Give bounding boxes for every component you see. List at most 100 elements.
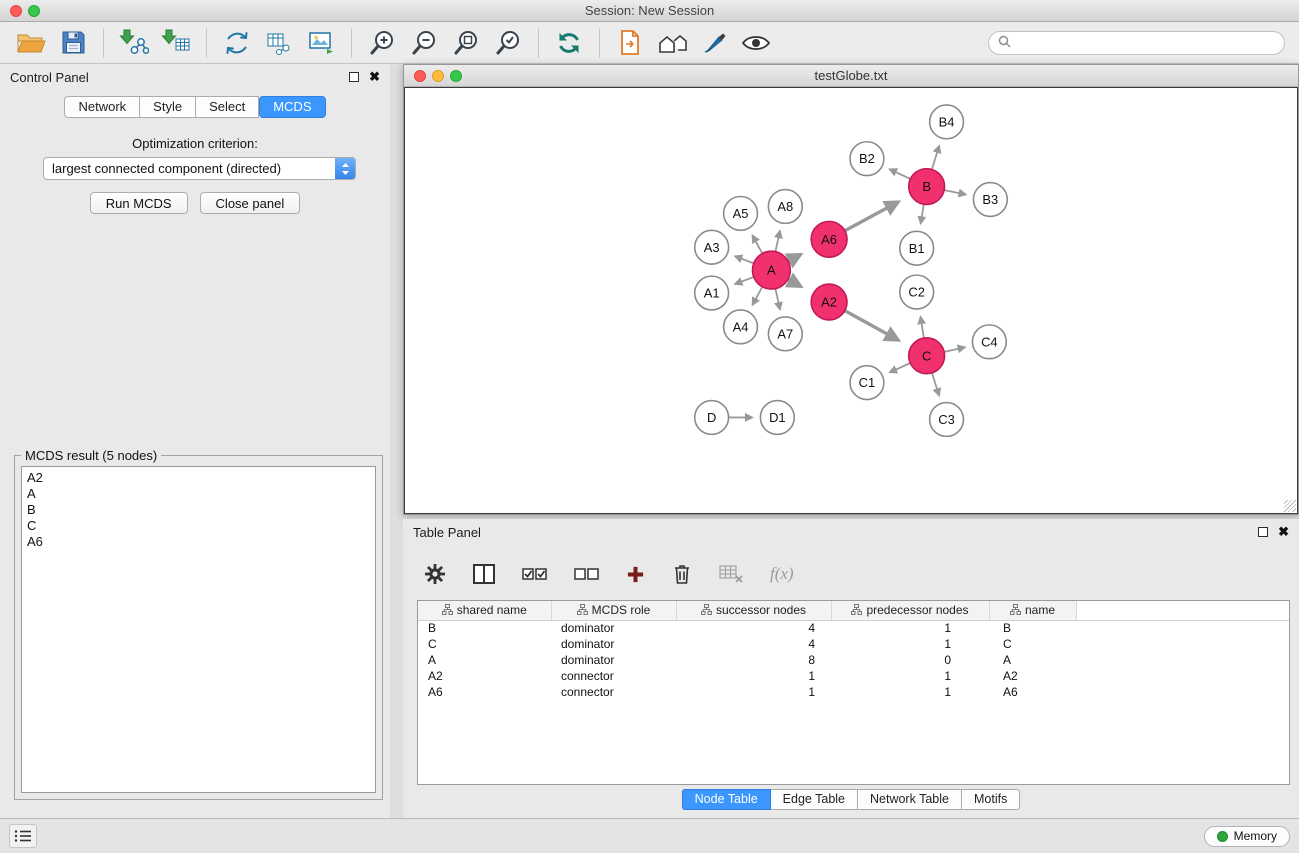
function-icon[interactable]: f(x): [770, 564, 794, 584]
float-table-panel-icon[interactable]: [1258, 527, 1268, 537]
import-table-icon[interactable]: [157, 25, 195, 61]
edge-C-C3[interactable]: [932, 373, 939, 396]
import-network-table-icon[interactable]: [260, 25, 298, 61]
column-header-name[interactable]: name: [989, 601, 1076, 620]
network-node-C[interactable]: C: [909, 338, 945, 374]
result-item-a6[interactable]: A6: [27, 534, 370, 550]
mcds-result-list[interactable]: A2ABCA6: [21, 466, 376, 793]
edge-B-B3[interactable]: [944, 190, 966, 194]
column-header-shared-name[interactable]: shared name: [418, 601, 551, 620]
edge-B-B1[interactable]: [921, 204, 924, 223]
network-node-C4[interactable]: C4: [972, 325, 1006, 359]
close-panel-button[interactable]: Close panel: [200, 192, 301, 214]
edge-A-A3[interactable]: [735, 256, 754, 263]
table-row-c[interactable]: Cdominator41C: [418, 636, 1289, 652]
tab-network[interactable]: Network: [64, 96, 140, 118]
edge-A-A4[interactable]: [752, 287, 762, 305]
float-panel-icon[interactable]: [349, 72, 359, 82]
close-table-panel-icon[interactable]: ✖: [1278, 527, 1289, 537]
result-item-a2[interactable]: A2: [27, 470, 370, 486]
column-header-MCDS-role[interactable]: MCDS role: [551, 601, 676, 620]
search-input[interactable]: [1017, 36, 1275, 50]
result-item-c[interactable]: C: [27, 518, 370, 534]
search-field[interactable]: [988, 31, 1285, 55]
maximize-network-button[interactable]: [450, 70, 462, 82]
network-node-D[interactable]: D: [695, 401, 729, 435]
edge-C-C2[interactable]: [921, 317, 924, 338]
network-node-A8[interactable]: A8: [768, 190, 802, 224]
edge-B-B2[interactable]: [889, 169, 910, 179]
column-header-successor-nodes[interactable]: successor nodes: [676, 601, 831, 620]
maximize-window-button[interactable]: [28, 5, 40, 17]
column-header-predecessor-nodes[interactable]: predecessor nodes: [831, 601, 989, 620]
edge-C-C4[interactable]: [944, 347, 965, 352]
houses-icon[interactable]: [653, 25, 691, 61]
eye-icon[interactable]: [737, 25, 775, 61]
refresh-icon[interactable]: [550, 25, 588, 61]
paint-brush-icon[interactable]: [695, 25, 733, 61]
network-node-B3[interactable]: B3: [973, 183, 1007, 217]
edge-A2-C[interactable]: [845, 311, 899, 341]
table-row-a6[interactable]: A6connector11A6: [418, 684, 1289, 700]
tab-edge-table[interactable]: Edge Table: [771, 789, 858, 810]
result-item-b[interactable]: B: [27, 502, 370, 518]
tab-network-table[interactable]: Network Table: [858, 789, 962, 810]
node-table[interactable]: shared nameMCDS rolesuccessor nodesprede…: [417, 600, 1290, 785]
close-panel-icon[interactable]: ✖: [369, 72, 380, 82]
run-mcds-button[interactable]: Run MCDS: [90, 192, 188, 214]
layout-document-icon[interactable]: [611, 25, 649, 61]
close-window-button[interactable]: [10, 5, 22, 17]
export-image-icon[interactable]: [302, 25, 340, 61]
network-node-A3[interactable]: A3: [695, 230, 729, 264]
gear-icon[interactable]: [424, 563, 446, 585]
column-visibility-icon[interactable]: [473, 564, 495, 584]
resize-gripper[interactable]: [1284, 500, 1296, 512]
network-node-A2[interactable]: A2: [811, 284, 847, 320]
edge-A6-B[interactable]: [845, 202, 899, 231]
edge-A-A7[interactable]: [775, 289, 780, 310]
tab-node-table[interactable]: Node Table: [682, 789, 771, 810]
network-node-A1[interactable]: A1: [695, 276, 729, 310]
trash-icon[interactable]: [672, 563, 692, 585]
tab-style[interactable]: Style: [140, 96, 196, 118]
edge-B-B4[interactable]: [932, 146, 939, 170]
edge-A-A8[interactable]: [775, 231, 780, 252]
network-node-C1[interactable]: C1: [850, 366, 884, 400]
clear-table-icon[interactable]: [719, 565, 743, 583]
network-node-B2[interactable]: B2: [850, 142, 884, 176]
network-node-A6[interactable]: A6: [811, 221, 847, 257]
save-session-icon[interactable]: [54, 25, 92, 61]
result-item-a[interactable]: A: [27, 486, 370, 502]
add-column-icon[interactable]: [626, 565, 645, 584]
network-node-A7[interactable]: A7: [768, 317, 802, 351]
zoom-selected-icon[interactable]: [489, 25, 527, 61]
network-node-A[interactable]: A: [752, 251, 790, 289]
task-list-icon[interactable]: [9, 824, 37, 848]
network-window-titlebar[interactable]: testGlobe.txt: [404, 65, 1298, 87]
zoom-fit-icon[interactable]: [447, 25, 485, 61]
network-node-A5[interactable]: A5: [724, 196, 758, 230]
network-node-D1[interactable]: D1: [760, 401, 794, 435]
network-node-C2[interactable]: C2: [900, 275, 934, 309]
network-node-B[interactable]: B: [909, 169, 945, 205]
tab-select[interactable]: Select: [196, 96, 259, 118]
table-row-b[interactable]: Bdominator41B: [418, 620, 1289, 636]
table-row-a2[interactable]: A2connector11A2: [418, 668, 1289, 684]
close-network-button[interactable]: [414, 70, 426, 82]
network-node-B1[interactable]: B1: [900, 231, 934, 265]
deselect-all-icon[interactable]: [574, 566, 599, 582]
memory-button[interactable]: Memory: [1204, 826, 1290, 847]
zoom-in-icon[interactable]: [363, 25, 401, 61]
window-titlebar[interactable]: Session: New Session: [0, 0, 1299, 22]
edge-A-A6[interactable]: [788, 254, 801, 261]
table-row-a[interactable]: Adominator80A: [418, 652, 1289, 668]
tab-mcds[interactable]: MCDS: [259, 96, 325, 118]
tab-motifs[interactable]: Motifs: [962, 789, 1020, 810]
network-node-C3[interactable]: C3: [930, 403, 964, 437]
edge-A-A1[interactable]: [735, 277, 754, 284]
network-canvas[interactable]: B4B2BB3A5A8A6A3B1AA1C2A2A4A7CC4C1C3DD1: [404, 87, 1298, 514]
optimization-dropdown[interactable]: largest connected component (directed): [43, 157, 356, 180]
open-session-icon[interactable]: [12, 25, 50, 61]
network-node-A4[interactable]: A4: [724, 310, 758, 344]
edge-A-A2[interactable]: [788, 279, 801, 286]
